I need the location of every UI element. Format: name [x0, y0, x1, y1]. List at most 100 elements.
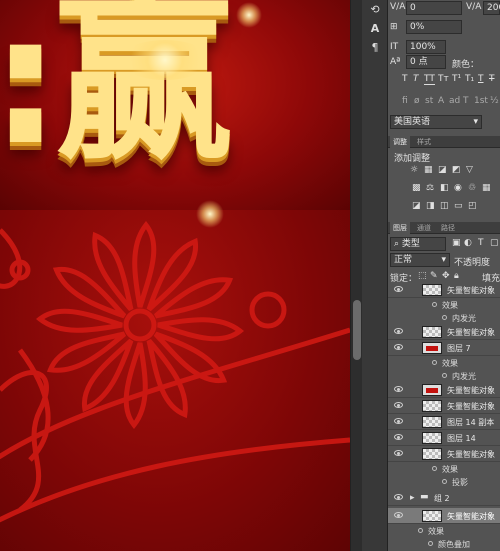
- ligature-button[interactable]: fi: [402, 96, 408, 106]
- discretionary-ligature-button[interactable]: st: [425, 96, 433, 106]
- curves-icon[interactable]: ◪: [438, 165, 447, 175]
- scale-field[interactable]: 0%: [406, 20, 462, 34]
- visibility-eye-icon[interactable]: [394, 344, 403, 350]
- layer-row[interactable]: 图层 14: [388, 430, 500, 446]
- all-caps-button[interactable]: TT: [424, 74, 435, 85]
- tab-layers[interactable]: 图层: [390, 222, 410, 234]
- visibility-eye-icon[interactable]: [394, 418, 403, 424]
- faux-italic-button[interactable]: T: [413, 74, 419, 84]
- filter-adjustment-icon[interactable]: ◐: [464, 238, 472, 248]
- old-style-button[interactable]: ø: [414, 96, 420, 106]
- small-caps-button[interactable]: Tт: [438, 74, 449, 84]
- banner-text: :赢: [0, 0, 233, 184]
- paragraph-panel-icon[interactable]: ¶: [366, 41, 384, 57]
- layer-row[interactable]: 图层 7: [388, 340, 500, 356]
- stylistic-alternates-button[interactable]: ad: [449, 96, 460, 106]
- layer-row[interactable]: 矢量智能对象: [388, 282, 500, 298]
- visibility-eye-icon[interactable]: [394, 386, 403, 392]
- tab-styles[interactable]: 样式: [414, 136, 434, 148]
- selective-color-icon[interactable]: ◰: [468, 201, 477, 211]
- levels-icon[interactable]: ▦: [424, 165, 433, 175]
- visibility-eye-icon[interactable]: [394, 402, 403, 408]
- light-flare: [120, 40, 210, 80]
- lock-image-icon[interactable]: ✎: [430, 271, 438, 281]
- lock-all-icon[interactable]: 🔒︎: [454, 271, 459, 281]
- effects-row[interactable]: 效果: [388, 462, 500, 475]
- strikethrough-button[interactable]: T: [489, 74, 495, 84]
- language-select[interactable]: 美国英语 ▾: [390, 115, 482, 129]
- filter-shape-icon[interactable]: ▢: [490, 238, 499, 248]
- tab-adjustments[interactable]: 调整: [390, 136, 410, 148]
- underline-button[interactable]: T: [478, 74, 484, 84]
- channel-mixer-icon[interactable]: ♲: [468, 183, 476, 193]
- baseline-field[interactable]: 0 点: [406, 55, 446, 69]
- effects-row[interactable]: 效果: [388, 524, 500, 537]
- effect-name: 内发光: [452, 372, 476, 381]
- visibility-eye-icon[interactable]: [394, 434, 403, 440]
- effect-visibility-icon[interactable]: [442, 315, 447, 320]
- visibility-eye-icon[interactable]: [394, 328, 403, 334]
- exposure-icon[interactable]: ◩: [452, 165, 461, 175]
- hue-saturation-icon[interactable]: ▩: [412, 183, 421, 193]
- canvas-scrollbar[interactable]: [350, 0, 362, 551]
- character-panel-icon[interactable]: A: [366, 22, 384, 38]
- visibility-eye-icon[interactable]: [394, 494, 403, 500]
- document-canvas[interactable]: :赢: [0, 0, 350, 551]
- visibility-eye-icon[interactable]: [394, 512, 403, 518]
- fractions-button[interactable]: ½: [490, 96, 499, 106]
- layer-row[interactable]: 矢量智能对象: [388, 382, 500, 398]
- layer-row[interactable]: 矢量智能对象: [388, 398, 500, 414]
- gradient-map-icon[interactable]: ▭: [454, 201, 463, 211]
- effect-row[interactable]: 内发光: [388, 311, 500, 324]
- subscript-button[interactable]: T₁: [465, 74, 474, 84]
- effect-row[interactable]: 投影: [388, 475, 500, 488]
- scrollbar-thumb[interactable]: [353, 300, 361, 360]
- invert-icon[interactable]: ◪: [412, 201, 421, 211]
- superscript-button[interactable]: T¹: [452, 74, 461, 84]
- layer-thumbnail: [422, 416, 442, 428]
- visibility-eye-icon[interactable]: [394, 450, 403, 456]
- swash-button[interactable]: A: [438, 96, 444, 106]
- tracking-field[interactable]: 200: [483, 1, 500, 15]
- filter-pixel-icon[interactable]: ▣: [452, 238, 461, 248]
- effect-row[interactable]: 内发光: [388, 369, 500, 382]
- blend-mode-select[interactable]: 正常 ▾: [390, 253, 450, 267]
- vertical-scale-field[interactable]: 100%: [406, 40, 446, 54]
- photo-filter-icon[interactable]: ◉: [454, 183, 462, 193]
- filter-type-icon[interactable]: T: [478, 238, 484, 248]
- kerning-field[interactable]: 0: [406, 1, 462, 15]
- layer-thumbnail: [422, 448, 442, 460]
- visibility-eye-icon[interactable]: [394, 286, 403, 292]
- titling-button[interactable]: T: [463, 96, 469, 106]
- effect-visibility-icon[interactable]: [428, 541, 433, 546]
- effect-name: 颜色叠加: [438, 540, 470, 549]
- threshold-icon[interactable]: ◫: [440, 201, 449, 211]
- tab-paths[interactable]: 路径: [438, 222, 458, 234]
- group-row[interactable]: ▸ ▬ 组 2: [388, 490, 500, 506]
- adjustments-tab-bar: 调整 样式: [388, 136, 500, 148]
- layer-row-selected[interactable]: 矢量智能对象: [388, 508, 500, 524]
- layer-row[interactable]: 矢量智能对象: [388, 446, 500, 462]
- effect-visibility-icon[interactable]: [442, 373, 447, 378]
- layer-row[interactable]: 图层 14 副本: [388, 414, 500, 430]
- ordinals-button[interactable]: 1st: [474, 96, 488, 106]
- color-balance-icon[interactable]: ⚖: [426, 183, 434, 193]
- brightness-icon[interactable]: ☼: [410, 165, 418, 175]
- vibrance-icon[interactable]: ▽: [466, 165, 473, 175]
- layer-row[interactable]: 矢量智能对象: [388, 324, 500, 340]
- effects-row[interactable]: 效果: [388, 356, 500, 369]
- posterize-icon[interactable]: ◨: [426, 201, 435, 211]
- color-lookup-icon[interactable]: ▦: [482, 183, 491, 193]
- tab-channels[interactable]: 通道: [414, 222, 434, 234]
- expand-arrow-icon[interactable]: ▸: [410, 493, 415, 503]
- effect-row[interactable]: 颜色叠加: [388, 537, 500, 550]
- history-icon[interactable]: ⟲: [366, 3, 384, 19]
- effect-visibility-icon[interactable]: [442, 479, 447, 484]
- lock-transparency-icon[interactable]: ⬚: [418, 271, 427, 281]
- lock-position-icon[interactable]: ✥: [442, 271, 450, 281]
- faux-bold-button[interactable]: T: [402, 74, 408, 84]
- black-white-icon[interactable]: ◧: [440, 183, 449, 193]
- right-panels: V/A 0 V/A 200 ⊞ 0% IT 100% Aª 0 点 颜色： T …: [388, 0, 500, 551]
- layer-filter-select[interactable]: ⌕ 类型: [390, 237, 446, 251]
- effects-row[interactable]: 效果: [388, 298, 500, 311]
